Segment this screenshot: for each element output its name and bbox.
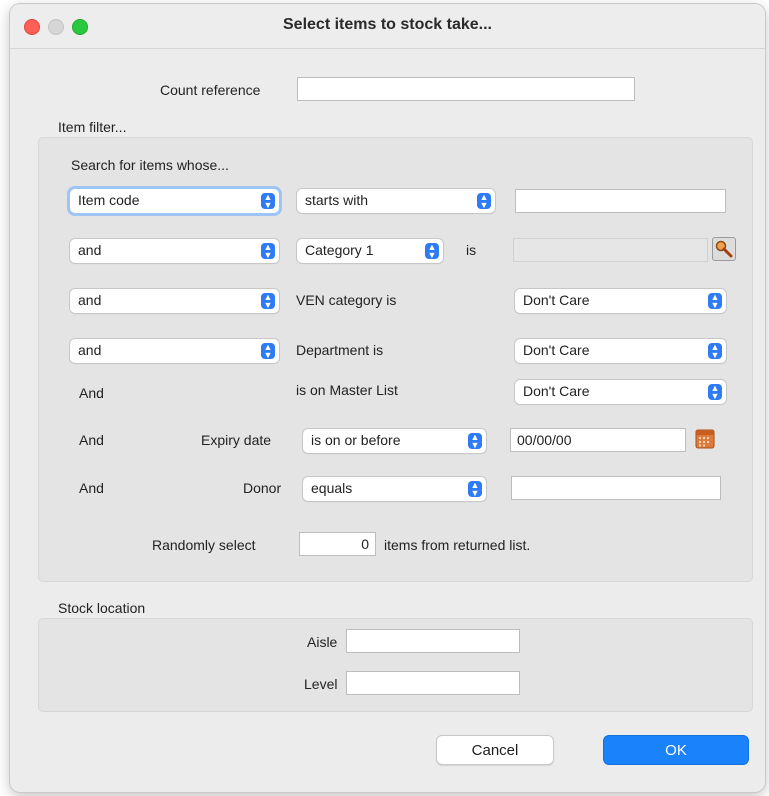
item-filter-label: Item filter... <box>58 119 127 135</box>
title-bar: Select items to stock take... <box>10 4 765 49</box>
row3-conjunction-value: and <box>78 292 102 308</box>
row7-conjunction-label: And <box>79 480 104 496</box>
updown-chevron-icon: ▲ ▼ <box>261 343 275 360</box>
magnifier-icon[interactable] <box>712 237 736 261</box>
master-list-value: Don't Care <box>523 383 590 399</box>
row4-conjunction-select[interactable]: and ▲ ▼ <box>70 339 279 363</box>
department-value: Don't Care <box>523 342 590 358</box>
category-value-field <box>513 238 708 262</box>
level-label: Level <box>304 676 338 692</box>
calendar-icon[interactable] <box>694 428 718 452</box>
item-code-value-input[interactable] <box>515 189 726 213</box>
donor-label: Donor <box>243 480 282 496</box>
expiry-date-input[interactable]: 00/00/00 <box>510 428 686 452</box>
updown-chevron-icon: ▲ ▼ <box>708 384 722 401</box>
ven-category-value: Don't Care <box>523 292 590 308</box>
updown-chevron-icon: ▲ ▼ <box>708 343 722 360</box>
item-operator-value: starts with <box>305 192 369 208</box>
updown-chevron-icon: ▲ ▼ <box>477 193 491 210</box>
updown-chevron-icon: ▲ ▼ <box>261 243 275 260</box>
dialog-window: Select items to stock take... Count refe… <box>10 4 765 792</box>
updown-chevron-icon: ▲ ▼ <box>468 433 482 450</box>
item-field-select[interactable]: Item code ▲ ▼ <box>70 189 279 213</box>
updown-chevron-icon: ▲ ▼ <box>708 293 722 310</box>
department-select[interactable]: Don't Care ▲ ▼ <box>515 339 726 363</box>
item-field-value: Item code <box>78 192 140 208</box>
level-input[interactable] <box>346 671 520 695</box>
expiry-operator-value: is on or before <box>311 432 401 448</box>
row2-conjunction-select[interactable]: and ▲ ▼ <box>70 239 279 263</box>
category-select[interactable]: Category 1 ▲ ▼ <box>297 239 443 263</box>
count-reference-label: Count reference <box>160 82 261 98</box>
ven-category-label: VEN category is <box>296 292 397 308</box>
window-title: Select items to stock take... <box>283 16 492 33</box>
row4-conjunction-value: and <box>78 342 102 358</box>
random-suffix-label: items from returned list. <box>384 537 531 553</box>
ok-button[interactable]: OK <box>603 735 749 765</box>
aisle-input[interactable] <box>346 629 520 653</box>
donor-operator-select[interactable]: equals ▲ ▼ <box>303 477 486 501</box>
department-label: Department is <box>296 342 384 358</box>
ven-category-select[interactable]: Don't Care ▲ ▼ <box>515 289 726 313</box>
donor-value-input[interactable] <box>511 476 721 500</box>
category-is-label: is <box>466 242 477 258</box>
updown-chevron-icon: ▲ ▼ <box>425 243 439 260</box>
updown-chevron-icon: ▲ ▼ <box>261 293 275 310</box>
row6-conjunction-label: And <box>79 432 104 448</box>
randomly-select-label: Randomly select <box>152 537 256 553</box>
category-value: Category 1 <box>305 242 374 258</box>
row3-conjunction-select[interactable]: and ▲ ▼ <box>70 289 279 313</box>
updown-chevron-icon: ▲ ▼ <box>468 481 482 498</box>
row2-conjunction-value: and <box>78 242 102 258</box>
master-list-select[interactable]: Don't Care ▲ ▼ <box>515 380 726 404</box>
expiry-operator-select[interactable]: is on or before ▲ ▼ <box>303 429 486 453</box>
row5-conjunction-label: And <box>79 385 104 401</box>
donor-operator-value: equals <box>311 480 353 496</box>
stock-location-label: Stock location <box>58 600 146 616</box>
search-heading: Search for items whose... <box>71 157 229 173</box>
expiry-date-label: Expiry date <box>201 432 272 448</box>
cancel-button[interactable]: Cancel <box>436 735 554 765</box>
count-reference-input[interactable] <box>297 77 635 101</box>
aisle-label: Aisle <box>307 634 338 650</box>
random-count-input[interactable]: 0 <box>299 532 376 556</box>
updown-chevron-icon: ▲ ▼ <box>261 193 275 210</box>
item-operator-select[interactable]: starts with ▲ ▼ <box>297 189 495 213</box>
master-list-label: is on Master List <box>296 382 398 398</box>
